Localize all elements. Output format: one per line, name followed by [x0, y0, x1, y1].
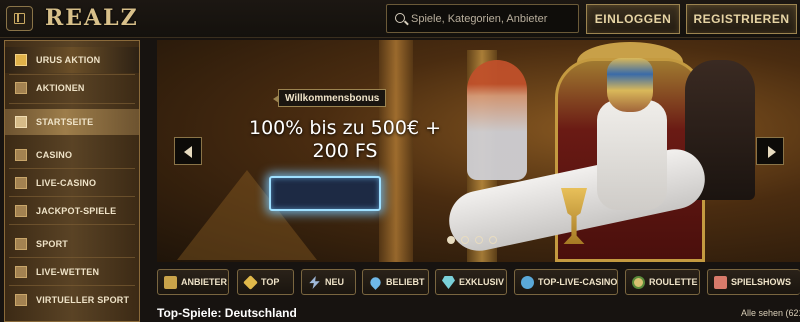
jackpot-icon — [15, 205, 27, 217]
carousel-dots — [447, 236, 497, 244]
virtual-sport-icon — [15, 294, 27, 306]
sidebar-item-startseite[interactable]: STARTSEITE — [5, 109, 139, 135]
divider — [9, 103, 135, 104]
search-input[interactable] — [411, 5, 576, 32]
gem-icon — [442, 276, 455, 289]
sidebar-item-live-casino[interactable]: LIVE-CASINO — [5, 170, 139, 196]
providers-icon — [164, 276, 177, 289]
sidebar-item-jackpot-spiele[interactable]: JACKPOT-SPIELE — [5, 198, 139, 224]
diamond-icon — [243, 275, 258, 290]
category-anbieter[interactable]: ANBIETER — [157, 269, 229, 295]
search-box[interactable] — [386, 4, 579, 33]
chevron-left-icon — [184, 146, 192, 158]
category-exklusiv[interactable]: EXKLUSIV — [435, 269, 507, 295]
category-bar: ANBIETER TOP NEU BELIEBT EXKLUSIV TOP-LI… — [157, 269, 800, 297]
chips-icon — [521, 276, 534, 289]
search-icon — [395, 13, 405, 23]
carousel-dot[interactable] — [447, 236, 455, 244]
register-button[interactable]: REGISTRIEREN — [686, 4, 797, 34]
category-neu[interactable]: NEU — [301, 269, 356, 295]
chevron-right-icon — [768, 146, 776, 158]
welcome-bonus-tag: Willkommensbonus — [272, 89, 387, 107]
pharaoh-headdress — [607, 58, 653, 112]
sidebar-item-casino[interactable]: CASINO — [5, 142, 139, 168]
lightning-icon — [309, 276, 320, 289]
carousel-dot[interactable] — [489, 236, 497, 244]
see-all-link[interactable]: Alle sehen (621) — [741, 308, 800, 318]
category-beliebt[interactable]: BELIEBT — [362, 269, 429, 295]
category-label: TOP-LIVE-CASINO — [538, 277, 618, 287]
category-top[interactable]: TOP — [237, 269, 294, 295]
category-label: ANBIETER — [181, 277, 228, 287]
sidebar-item-sport[interactable]: SPORT — [5, 231, 139, 257]
sport-icon — [15, 238, 27, 250]
drop-icon — [368, 275, 383, 290]
carousel-dot[interactable] — [475, 236, 483, 244]
divider — [9, 168, 135, 169]
category-top-live-casino[interactable]: TOP-LIVE-CASINO — [514, 269, 618, 295]
carousel-dot[interactable] — [461, 236, 469, 244]
promo-banner[interactable]: Willkommensbonus 100% bis zu 500€ + 200 … — [157, 40, 800, 262]
sidebar-item-label: STARTSEITE — [36, 117, 94, 127]
sidebar-item-label: LIVE-WETTEN — [36, 267, 100, 277]
promo-square-icon — [15, 54, 27, 66]
sidebar-item-live-wetten[interactable]: LIVE-WETTEN — [5, 259, 139, 285]
sidebar-item-urus-aktion[interactable]: URUS AKTION — [5, 47, 139, 73]
category-label: TOP — [261, 277, 280, 287]
category-label: EXKLUSIV — [459, 277, 505, 287]
divider — [9, 224, 135, 225]
sidebar-item-label: LIVE-CASINO — [36, 178, 97, 188]
live-casino-icon — [15, 177, 27, 189]
pharaoh-torso — [597, 100, 667, 210]
roulette-icon — [632, 276, 645, 289]
show-icon — [714, 276, 727, 289]
sidebar-item-label: SPORT — [36, 239, 69, 249]
category-label: NEU — [325, 277, 345, 287]
category-spielshows[interactable]: SPIELSHOWS — [707, 269, 800, 295]
bonus-headline: 100% bis zu 500€ + 200 FS — [248, 117, 441, 162]
sidebar-item-label: URUS AKTION — [36, 55, 101, 65]
category-roulette[interactable]: ROULETTE — [625, 269, 700, 295]
live-bet-icon — [15, 266, 27, 278]
promotions-icon — [15, 82, 27, 94]
claim-bonus-button[interactable] — [269, 176, 381, 211]
sidebar-nav: URUS AKTION AKTIONEN STARTSEITE CASINO L… — [4, 40, 140, 322]
divider — [9, 196, 135, 197]
category-label: BELIEBT — [386, 277, 425, 287]
login-button[interactable]: EINLOGGEN — [586, 4, 680, 34]
brand-logo[interactable]: REALZ — [45, 5, 139, 31]
divider — [9, 285, 135, 286]
divider — [9, 257, 135, 258]
top-header: REALZ EINLOGGEN REGISTRIEREN — [0, 0, 800, 38]
home-icon — [15, 116, 27, 128]
sidebar-item-aktionen[interactable]: AKTIONEN — [5, 75, 139, 101]
casino-page: REALZ EINLOGGEN REGISTRIEREN URUS AKTION… — [0, 0, 800, 322]
carousel-next-button[interactable] — [756, 137, 784, 165]
sidebar-item-label: AKTIONEN — [36, 83, 85, 93]
cleopatra-figure — [467, 60, 527, 180]
sidebar-toggle-button[interactable] — [6, 6, 33, 31]
category-label: ROULETTE — [649, 277, 698, 287]
sidebar-item-label: JACKPOT-SPIELE — [36, 206, 117, 216]
sidebar-item-label: VIRTUELLER SPORT — [36, 295, 130, 305]
sidebar-panel-icon — [14, 13, 25, 24]
casino-icon — [15, 149, 27, 161]
sidebar-item-virtueller-sport[interactable]: VIRTUELLER SPORT — [5, 287, 139, 313]
section-title: Top-Spiele: Deutschland — [157, 306, 297, 320]
category-label: SPIELSHOWS — [731, 277, 792, 287]
carousel-prev-button[interactable] — [174, 137, 202, 165]
sidebar-item-label: CASINO — [36, 150, 73, 160]
